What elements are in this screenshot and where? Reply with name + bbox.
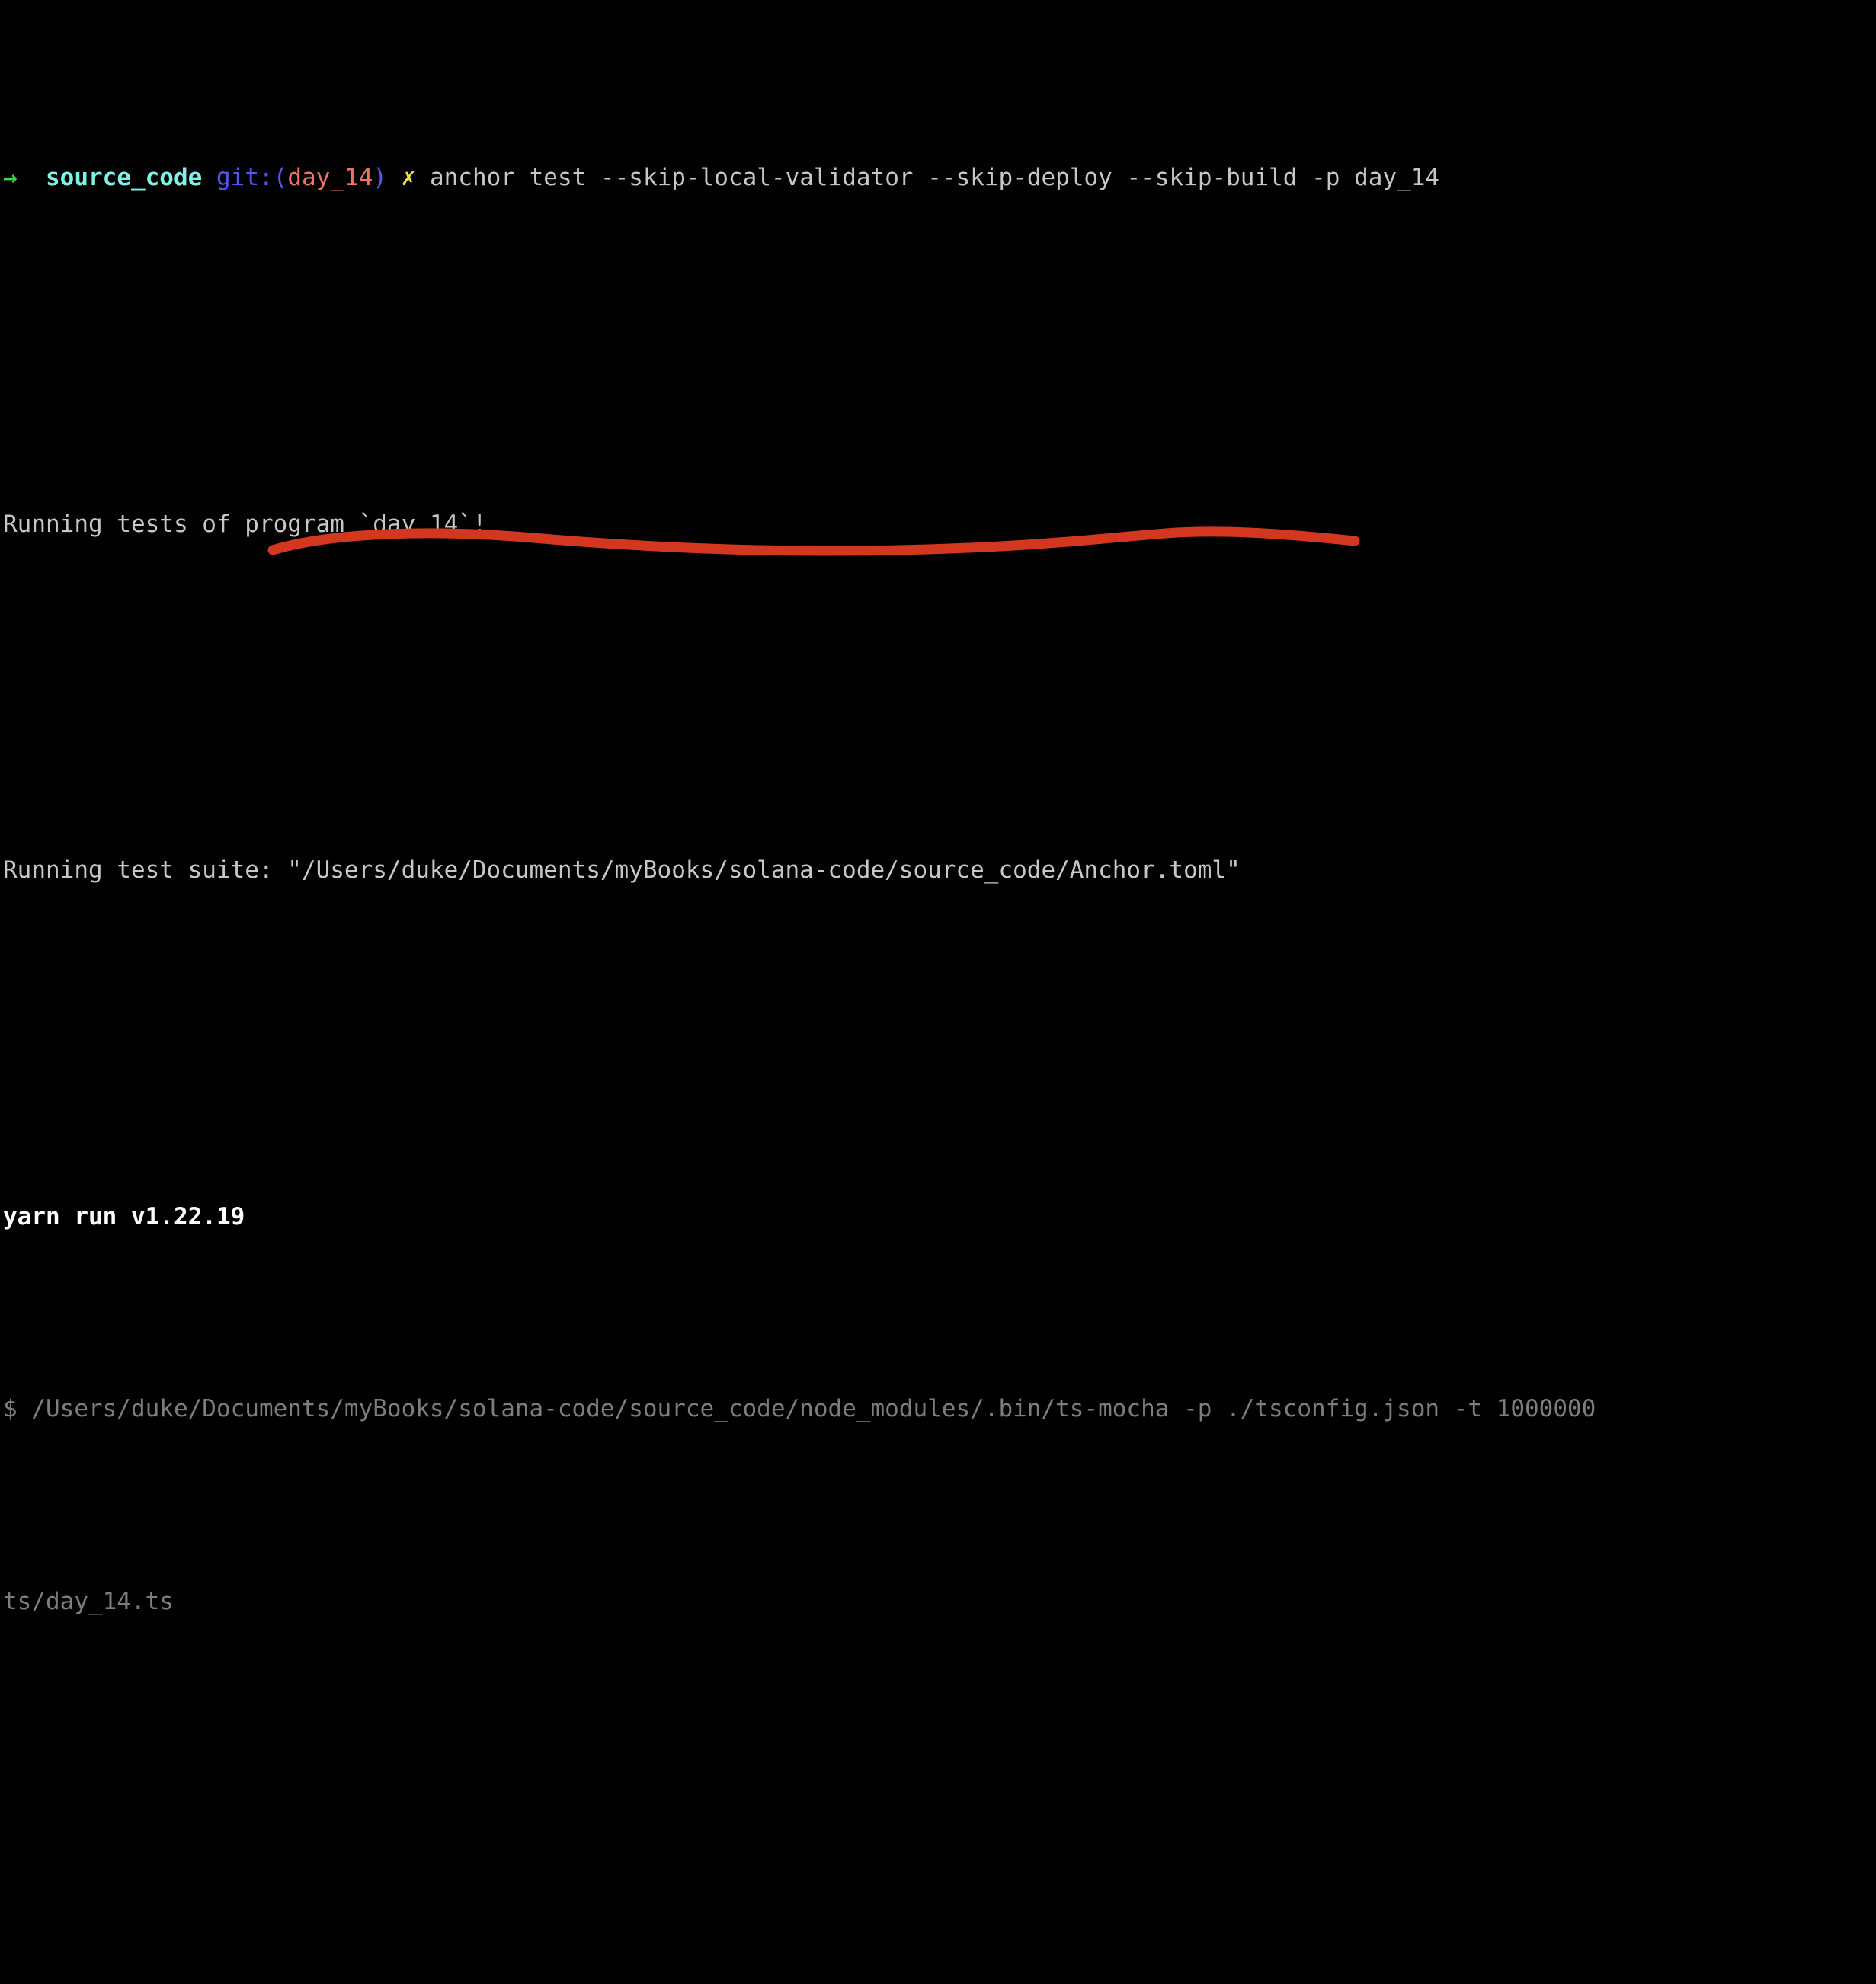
git-close-paren: ) — [373, 164, 387, 191]
prompt-space-4 — [415, 164, 430, 191]
yarn-version-text: yarn run v1.22.19 — [3, 1202, 245, 1230]
git-dirty-icon: ✗ — [401, 164, 416, 191]
prompt-line-top: → source_code git:(day_14) ✗ anchor test… — [3, 158, 1876, 197]
running-program-line: Running tests of program `day_14`! — [3, 505, 1876, 544]
terminal-window: → source_code git:(day_14) ✗ anchor test… — [0, 0, 1876, 1615]
mocha-command-text: /Users/duke/Documents/myBooks/solana-cod… — [31, 1395, 1596, 1422]
terminal-screen[interactable]: → source_code git:(day_14) ✗ anchor test… — [0, 0, 1876, 1615]
running-suite-line: Running test suite: "/Users/duke/Documen… — [3, 851, 1876, 890]
mocha-command-wrap-line: ts/day_14.ts — [3, 1582, 1876, 1621]
running-suite-text: Running test suite: "/Users/duke/Documen… — [3, 856, 1241, 884]
mocha-command-line: $ /Users/duke/Documents/myBooks/solana-c… — [3, 1390, 1876, 1429]
yarn-version-line: yarn run v1.22.19 — [3, 1198, 1876, 1237]
command-text-top: anchor test --skip-local-validator --ski… — [429, 164, 1440, 191]
running-program-text: Running tests of program `day_14`! — [3, 510, 487, 538]
git-branch: day_14 — [287, 164, 373, 191]
prompt-cwd: source_code — [46, 164, 203, 191]
prompt-space-2 — [202, 164, 216, 191]
prompt-arrow-icon: → — [3, 164, 18, 191]
mocha-command-prefix: $ — [3, 1395, 32, 1422]
prompt-space-3 — [387, 164, 402, 191]
prompt-space-1 — [18, 164, 46, 191]
mocha-command-wrap-text: ts/day_14.ts — [3, 1587, 174, 1615]
git-label: git:( — [216, 164, 288, 191]
